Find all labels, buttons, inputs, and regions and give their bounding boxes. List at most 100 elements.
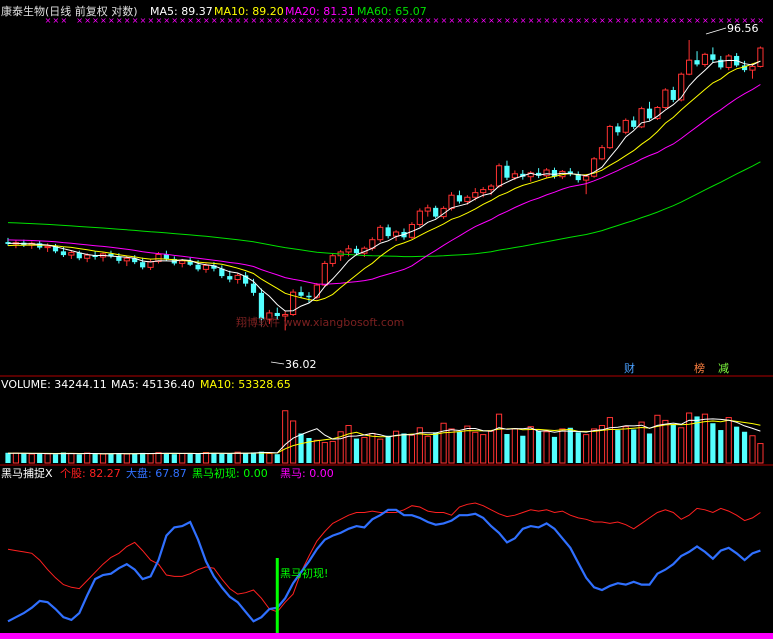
x-marker: × (441, 16, 448, 25)
volume-bar (710, 423, 716, 463)
x-marker: × (528, 16, 535, 25)
x-marker: × (433, 16, 440, 25)
x-marker: × (53, 16, 60, 25)
x-marker: × (155, 16, 162, 25)
candle-body (321, 262, 328, 286)
candle-body (195, 264, 201, 270)
volume-bar (92, 453, 98, 463)
x-marker: × (282, 16, 289, 25)
candle-body (749, 65, 756, 71)
candle-body (227, 276, 233, 280)
finance-marker[interactable]: 财 (624, 361, 635, 375)
x-marker: × (346, 16, 353, 25)
candle-body (678, 73, 685, 101)
reduce-marker[interactable]: 减 (718, 362, 729, 375)
volume-bar (345, 425, 352, 464)
x-marker: × (544, 16, 551, 25)
x-marker-row: × × × × × × × × × × × × × × × × × × × × × × × × × × × × × × × × × × × × × × × ×… (45, 16, 765, 25)
signal-bar (275, 558, 279, 633)
x-marker: × (60, 16, 67, 25)
candle-body (757, 47, 764, 67)
volume-bar (448, 428, 455, 464)
x-marker: × (393, 16, 400, 25)
candle-body (448, 194, 455, 209)
x-marker: × (219, 16, 226, 25)
bottom-signal-bar (0, 633, 773, 639)
x-marker: × (298, 16, 305, 25)
volume-bar (329, 440, 336, 464)
volume-bar (606, 417, 614, 464)
x-marker: × (686, 16, 693, 25)
x-marker: × (464, 16, 471, 25)
x-marker: × (702, 16, 709, 25)
candle-body (598, 147, 606, 160)
x-marker: × (266, 16, 273, 25)
candle-body (662, 89, 669, 108)
volume-bar (559, 428, 566, 464)
volume-bar (440, 422, 447, 464)
x-marker: × (710, 16, 717, 25)
volume-bar (243, 452, 249, 463)
volume-bar (408, 434, 416, 464)
x-marker: × (290, 16, 297, 25)
volume-bar (678, 427, 685, 464)
market-line-legend: 大盘: 67.87 (126, 466, 187, 480)
candle-body (353, 248, 360, 254)
candle-body (84, 254, 91, 259)
volume-bar (646, 433, 653, 463)
candle-body (377, 226, 384, 241)
candle-body (416, 210, 423, 225)
volume-bar (536, 430, 542, 463)
x-marker: × (623, 16, 630, 25)
x-marker: × (195, 16, 202, 25)
volume-bar (179, 452, 186, 464)
candle-body (504, 165, 510, 178)
ranking-marker[interactable]: 榜 (694, 361, 705, 375)
candle-body (313, 284, 320, 298)
volume-bar (234, 451, 241, 464)
x-marker: × (306, 16, 313, 25)
volume-bar (495, 413, 503, 464)
x-marker: × (179, 16, 186, 25)
x-marker: × (536, 16, 543, 25)
x-marker: × (124, 16, 131, 25)
x-marker: × (678, 16, 685, 25)
x-marker: × (647, 16, 654, 25)
horse-legend: 黑马: 0.00 (280, 467, 334, 480)
volume-bar (282, 410, 289, 464)
volume-bar (377, 438, 384, 464)
candle-body (456, 195, 463, 202)
candle-body (495, 165, 503, 187)
volume-ma5-legend: MA5: 45136.40 (111, 378, 195, 391)
x-marker: × (45, 16, 52, 25)
volume-bar (598, 425, 606, 464)
candle-body (710, 54, 716, 60)
x-marker: × (227, 16, 234, 25)
indicator-name: 黑马捕捉X (1, 466, 53, 480)
volume-bar (202, 451, 210, 464)
volume-bar (464, 425, 471, 464)
x-marker: × (583, 16, 590, 25)
volume-bar (757, 443, 764, 464)
volume-bar (12, 452, 20, 464)
volume-bar (662, 419, 669, 464)
x-marker: × (338, 16, 345, 25)
x-marker: × (92, 16, 99, 25)
volume-bar (274, 454, 280, 463)
x-marker: × (148, 16, 155, 25)
candle-body (179, 260, 186, 264)
x-marker: × (132, 16, 139, 25)
watermark: 翔博软件 www.xiangbosoft.com (236, 315, 404, 329)
stock-chart[interactable]: 康泰生物(日线 前复权 对数) MA5: 89.37 MA10: 89.20 M… (0, 0, 773, 639)
volume-bar (583, 434, 590, 464)
volume-bar (28, 453, 35, 464)
x-marker: × (417, 16, 424, 25)
volume-bar (385, 435, 391, 463)
x-marker: × (140, 16, 147, 25)
volume-bar (123, 453, 130, 464)
x-marker: × (235, 16, 242, 25)
volume-bar (290, 420, 297, 464)
x-marker: × (551, 16, 558, 25)
volume-bar (219, 453, 225, 463)
candle-body (464, 196, 471, 202)
